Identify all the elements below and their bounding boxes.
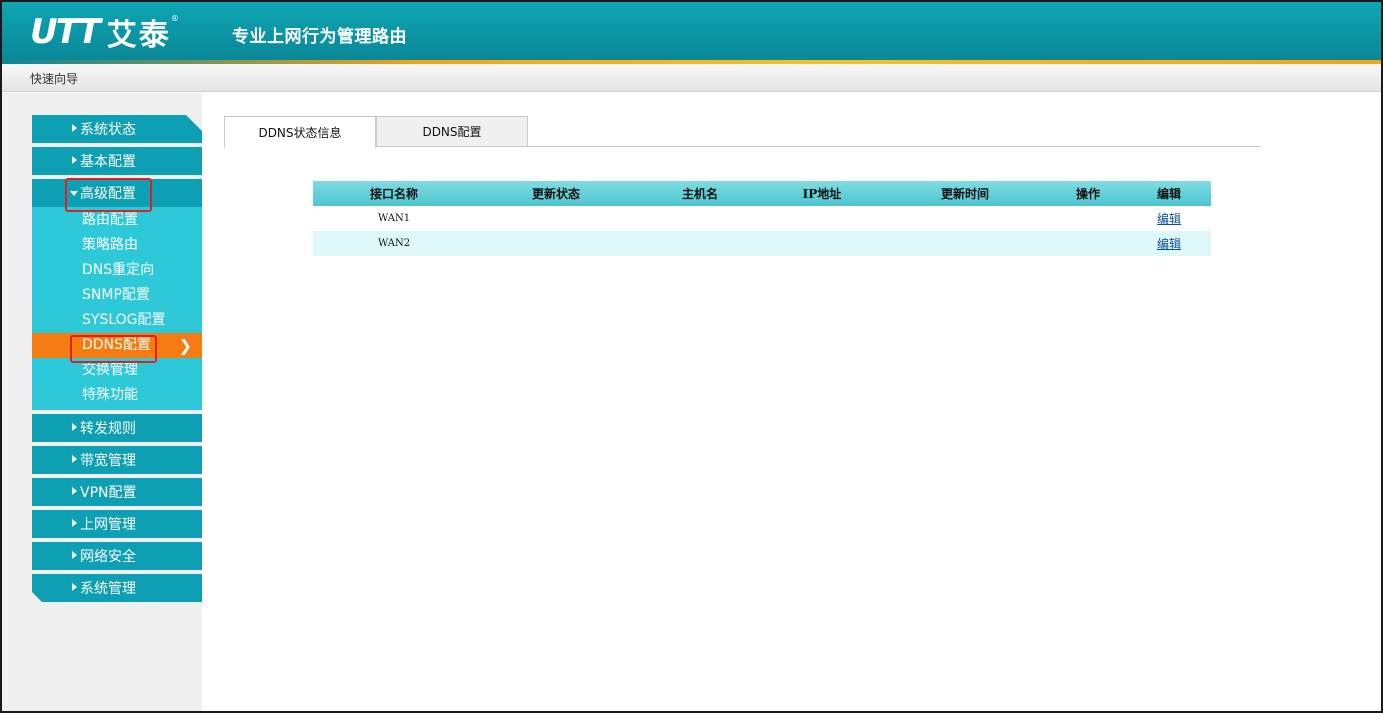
sidebar-item-advanced-config[interactable]: 高级配置 bbox=[32, 179, 202, 207]
header-slogan: 专业上网行为管理路由 bbox=[232, 27, 407, 47]
sidebar-item-label: 基本配置 bbox=[80, 154, 136, 170]
cell-update-status bbox=[475, 231, 637, 256]
expand-triangle-icon bbox=[72, 423, 77, 431]
cell-edit: 编辑 bbox=[1127, 231, 1211, 256]
column-header-update-time: 更新时间 bbox=[940, 187, 989, 201]
column-header-update-status: 更新状态 bbox=[531, 187, 580, 201]
column-header-ip-address: IP地址 bbox=[802, 187, 842, 201]
brand-logo: UTT 艾泰 ® bbox=[30, 12, 179, 53]
expand-triangle-icon bbox=[72, 156, 77, 164]
submenu-item-special-functions[interactable]: 特殊功能 bbox=[32, 383, 202, 408]
cell-ip-address bbox=[763, 231, 881, 256]
sidebar-item-label: 上网管理 bbox=[80, 517, 136, 533]
sidebar-item-label: 转发规则 bbox=[80, 421, 136, 437]
logo-text: 艾泰 bbox=[106, 18, 171, 53]
collapse-triangle-icon bbox=[70, 191, 78, 196]
sidebar-item-internet-management[interactable]: 上网管理 bbox=[32, 510, 202, 538]
chevron-right-icon: ❯ bbox=[178, 336, 192, 355]
sidebar-item-label: 网络安全 bbox=[80, 549, 136, 565]
cell-edit: 编辑 bbox=[1127, 206, 1211, 231]
app-window: UTT 艾泰 ® 专业上网行为管理路由 快速向导 系统状态 基本配置 高级配置 … bbox=[0, 0, 1383, 713]
tab-ddns-status[interactable]: DDNS状态信息 bbox=[224, 116, 376, 148]
expand-triangle-icon bbox=[72, 455, 77, 463]
sidebar-item-basic-config[interactable]: 基本配置 bbox=[32, 147, 202, 175]
tab-ddns-config[interactable]: DDNS配置 bbox=[376, 116, 528, 147]
quick-wizard-link[interactable]: 快速向导 bbox=[30, 70, 78, 87]
submenu-item-dns-redirect[interactable]: DNS重定向 bbox=[32, 258, 202, 283]
cell-update-status bbox=[475, 206, 637, 231]
cell-ip-address bbox=[763, 206, 881, 231]
cell-interface: WAN1 bbox=[377, 213, 411, 224]
table-header-row: 接口名称 更新状态 主机名 IP地址 更新时间 操作 编辑 bbox=[313, 181, 1211, 206]
sidebar-item-label: 带宽管理 bbox=[80, 453, 136, 469]
column-header-hostname: 主机名 bbox=[681, 187, 718, 201]
expand-triangle-icon bbox=[72, 487, 77, 495]
cell-update-time bbox=[881, 231, 1049, 256]
submenu-item-route-config[interactable]: 路由配置 bbox=[32, 208, 202, 233]
cell-action bbox=[1049, 231, 1127, 256]
sidebar-item-label: 系统管理 bbox=[80, 581, 136, 597]
submenu-item-ddns-config[interactable]: DDNS配置 ❯ bbox=[32, 333, 202, 358]
registered-mark: ® bbox=[170, 13, 179, 23]
sidebar-item-system-status[interactable]: 系统状态 bbox=[32, 115, 202, 143]
column-header-interface: 接口名称 bbox=[369, 187, 418, 201]
sidebar-item-label: 高级配置 bbox=[80, 186, 136, 202]
expand-triangle-icon bbox=[72, 551, 77, 559]
column-header-action: 操作 bbox=[1075, 187, 1100, 201]
sidebar-item-vpn-config[interactable]: VPN配置 bbox=[32, 478, 202, 506]
submenu-item-syslog-config[interactable]: SYSLOG配置 bbox=[32, 308, 202, 333]
quick-wizard-bar: 快速向导 bbox=[2, 64, 1381, 92]
edit-link[interactable]: 编辑 bbox=[1157, 237, 1181, 251]
cell-hostname bbox=[637, 206, 763, 231]
ddns-status-table: 接口名称 更新状态 主机名 IP地址 更新时间 操作 编辑 WAN1 编辑 WA… bbox=[313, 181, 1211, 256]
expand-triangle-icon bbox=[72, 124, 77, 132]
table-row: WAN2 编辑 bbox=[313, 231, 1211, 256]
column-header-edit: 编辑 bbox=[1156, 187, 1181, 201]
advanced-config-submenu: 路由配置 策略路由 DNS重定向 SNMP配置 SYSLOG配置 DDNS配置 … bbox=[32, 207, 202, 410]
cell-interface: WAN2 bbox=[377, 238, 411, 249]
cell-hostname bbox=[637, 231, 763, 256]
sidebar-item-forward-rules[interactable]: 转发规则 bbox=[32, 414, 202, 442]
sidebar-item-network-security[interactable]: 网络安全 bbox=[32, 542, 202, 570]
expand-triangle-icon bbox=[72, 583, 77, 591]
logo-mark: UTT bbox=[30, 12, 101, 52]
sidebar-item-system-management[interactable]: 系统管理 bbox=[32, 574, 202, 602]
cell-update-time bbox=[881, 206, 1049, 231]
top-header: UTT 艾泰 ® 专业上网行为管理路由 bbox=[2, 2, 1381, 62]
cell-action bbox=[1049, 206, 1127, 231]
sidebar-item-label: VPN配置 bbox=[80, 485, 137, 501]
table-row: WAN1 编辑 bbox=[313, 206, 1211, 231]
sidebar-menu: 系统状态 基本配置 高级配置 路由配置 策略路由 DNS重定向 SNMP配置 S… bbox=[32, 115, 202, 606]
submenu-item-snmp-config[interactable]: SNMP配置 bbox=[32, 283, 202, 308]
sidebar-item-bandwidth-management[interactable]: 带宽管理 bbox=[32, 446, 202, 474]
submenu-item-label: DDNS配置 bbox=[82, 337, 151, 353]
sidebar-item-label: 系统状态 bbox=[80, 122, 136, 138]
submenu-item-switch-management[interactable]: 交换管理 bbox=[32, 358, 202, 383]
edit-link[interactable]: 编辑 bbox=[1157, 212, 1181, 226]
expand-triangle-icon bbox=[72, 519, 77, 527]
submenu-item-policy-route[interactable]: 策略路由 bbox=[32, 233, 202, 258]
